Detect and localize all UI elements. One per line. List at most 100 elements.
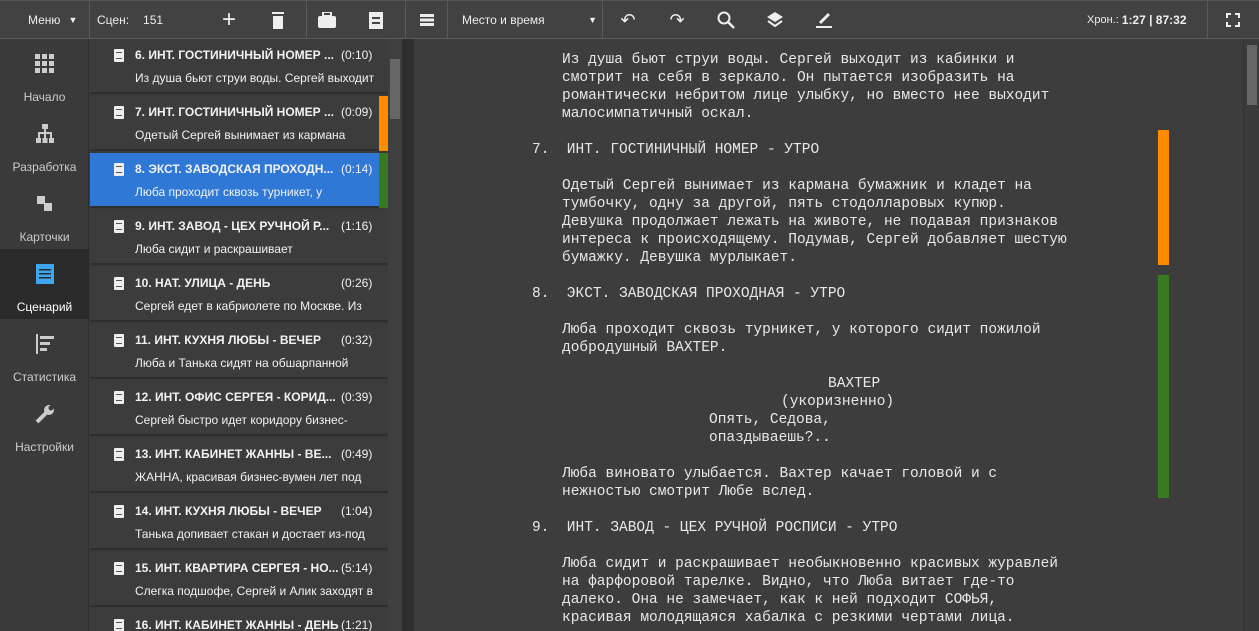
document-icon bbox=[114, 619, 124, 631]
layers-icon[interactable] bbox=[765, 10, 785, 30]
scene-duration: (1:21) bbox=[341, 618, 373, 631]
action-text: Одетый Сергей вынимает из кармана бумажн… bbox=[562, 178, 1067, 266]
filter-dropdown[interactable]: Место и время ▼ bbox=[462, 1, 597, 39]
document-icon bbox=[114, 49, 124, 62]
scene-card[interactable]: 15. ИНТ. КВАРТИРА СЕРГЕЯ - НО... (5:14) С… bbox=[90, 552, 388, 607]
scene-card[interactable]: 16. ИНТ. КАБИНЕТ ЖАННЫ - ДЕНЬ (1:21) bbox=[90, 609, 388, 631]
scene-list-scrollbar[interactable] bbox=[388, 39, 402, 631]
scene-card[interactable]: 10. НАТ. УЛИЦА - ДЕНЬ (0:26) Сергей едет … bbox=[90, 267, 388, 322]
document-icon bbox=[114, 334, 124, 347]
toolbar: Меню ▼ Сцен: 151 + Место и время ▼ ↶ ↷ Хрон… bbox=[0, 0, 1259, 39]
scene-color-marker-green bbox=[1158, 275, 1169, 498]
scene-description: Люба сидит и раскрашивает bbox=[135, 242, 293, 256]
scene-heading: 8. ЭКСТ. ЗАВОДСКАЯ ПРОХОДНАЯ - УТРО bbox=[532, 286, 846, 302]
editor-scrollbar[interactable] bbox=[1243, 39, 1259, 631]
scene-card[interactable]: 9. ИНТ. ЗАВОД - ЦЕХ РУЧНОЙ Р... (1:16) Лю… bbox=[90, 210, 388, 265]
scene-duration: (0:26) bbox=[341, 276, 373, 290]
chron-readout: Хрон.: 1:27 | 87:32 bbox=[1087, 13, 1187, 27]
scene-card[interactable]: 11. ИНТ. КУХНЯ ЛЮБЫ - ВЕЧЕР (0:32) Люба и… bbox=[90, 324, 388, 379]
scene-duration: (5:14) bbox=[341, 561, 373, 575]
scene-heading: 9. ИНТ. ЗАВОД - ЦЕХ РУЧНОЙ РОСПИСИ - УТР… bbox=[532, 520, 898, 536]
sidebar: Начало Разработка Карточки Сценарий Стат… bbox=[0, 39, 89, 631]
scene-description: Из душа бьют струи воды. Сергей выходит bbox=[135, 71, 375, 85]
undo-icon[interactable]: ↶ bbox=[618, 10, 638, 30]
script-editor[interactable]: Из душа бьют струи воды. Сергей выходит … bbox=[414, 39, 1243, 631]
hierarchy-icon bbox=[36, 124, 54, 143]
add-scene-icon[interactable]: + bbox=[219, 6, 239, 33]
scene-duration: (0:09) bbox=[341, 105, 373, 119]
script-icon bbox=[36, 264, 54, 284]
document-icon bbox=[114, 562, 124, 575]
scene-description: Сергей быстро идет коридору бизнес- bbox=[135, 413, 348, 427]
scene-card[interactable]: 8. ЭКСТ. ЗАВОДСКАЯ ПРОХОДН... (0:14) Люба… bbox=[90, 153, 388, 208]
scene-description: Люба проходит сквозь турникет, у bbox=[135, 185, 323, 199]
scene-title: 8. ЭКСТ. ЗАВОДСКАЯ ПРОХОДН... bbox=[135, 162, 334, 176]
fullscreen-icon[interactable] bbox=[1223, 10, 1243, 30]
redo-icon[interactable]: ↷ bbox=[667, 10, 687, 30]
document-icon bbox=[114, 505, 124, 518]
scene-description: Танька допивает стакан и достает из-под bbox=[135, 527, 365, 541]
scene-title: 15. ИНТ. КВАРТИРА СЕРГЕЯ - НО... bbox=[135, 561, 339, 575]
scene-description: ЖАННА, красивая бизнес-вумен лет под bbox=[135, 470, 362, 484]
chevron-down-icon: ▼ bbox=[588, 15, 597, 25]
scene-title: 7. ИНТ. ГОСТИНИЧНЫЙ НОМЕР ... bbox=[135, 105, 335, 119]
sidebar-item-home[interactable]: Начало bbox=[0, 39, 89, 109]
scene-duration: (0:39) bbox=[341, 390, 373, 404]
scene-title: 13. ИНТ. КАБИНЕТ ЖАННЫ - ВЕ... bbox=[135, 447, 332, 461]
character-name: ВАХТЕР bbox=[828, 376, 881, 392]
list-view-icon[interactable] bbox=[417, 10, 437, 30]
sidebar-item-statistics[interactable]: Статистика bbox=[0, 319, 89, 389]
scene-description: Сергей едет в кабриолете по Москве. Из bbox=[135, 299, 362, 313]
statistics-icon bbox=[36, 334, 54, 354]
trash-icon[interactable] bbox=[268, 10, 288, 30]
document-icon bbox=[114, 448, 124, 461]
briefcase-icon[interactable] bbox=[317, 10, 337, 30]
action-text: Люба виновато улыбается. Вахтер качает г… bbox=[562, 466, 998, 500]
scene-card[interactable]: 7. ИНТ. ГОСТИНИЧНЫЙ НОМЕР ... (0:09) Одет… bbox=[90, 96, 388, 151]
menu-button[interactable]: Меню ▼ bbox=[28, 1, 77, 39]
scene-title: 16. ИНТ. КАБИНЕТ ЖАННЫ - ДЕНЬ bbox=[135, 618, 339, 631]
scene-list: 6. ИНТ. ГОСТИНИЧНЫЙ НОМЕР ... (0:10) Из д… bbox=[90, 39, 388, 631]
pen-icon[interactable] bbox=[814, 10, 834, 30]
scene-heading: 7. ИНТ. ГОСТИНИЧНЫЙ НОМЕР - УТРО bbox=[532, 142, 820, 158]
scene-description: Люба и Танька сидят на обшарпанной bbox=[135, 356, 349, 370]
wrench-icon bbox=[35, 405, 54, 424]
sidebar-item-cards[interactable]: Карточки bbox=[0, 179, 89, 249]
document-icon bbox=[114, 277, 124, 290]
notes-icon[interactable] bbox=[366, 10, 386, 30]
document-icon bbox=[114, 220, 124, 233]
sidebar-item-settings[interactable]: Настройки bbox=[0, 389, 89, 459]
document-icon bbox=[114, 391, 124, 404]
scene-color-marker bbox=[379, 96, 388, 151]
scene-title: 12. ИНТ. ОФИС СЕРГЕЯ - КОРИД... bbox=[135, 390, 336, 404]
scene-card[interactable]: 12. ИНТ. ОФИС СЕРГЕЯ - КОРИД... (0:39) Се… bbox=[90, 381, 388, 436]
scene-duration: (0:10) bbox=[341, 48, 373, 62]
action-text: Из душа бьют струи воды. Сергей выходит … bbox=[562, 52, 1050, 122]
scene-duration: (1:16) bbox=[341, 219, 373, 233]
scene-title: 10. НАТ. УЛИЦА - ДЕНЬ bbox=[135, 276, 271, 290]
dialogue: Опять, Седова, опаздываешь?.. bbox=[709, 412, 831, 446]
scenes-count: Сцен: 151 bbox=[97, 13, 164, 27]
document-icon bbox=[114, 163, 124, 176]
scene-duration: (0:49) bbox=[341, 447, 373, 461]
scene-title: 6. ИНТ. ГОСТИНИЧНЫЙ НОМЕР ... bbox=[135, 48, 335, 62]
parenthetical: (укоризненно) bbox=[781, 394, 895, 410]
scene-color-marker bbox=[379, 153, 388, 208]
scene-color-marker-orange bbox=[1158, 130, 1169, 265]
sidebar-item-script[interactable]: Сценарий bbox=[0, 249, 89, 319]
sidebar-item-development[interactable]: Разработка bbox=[0, 109, 89, 179]
action-text: Люба сидит и раскрашивает необыкновенно … bbox=[562, 556, 1058, 626]
scene-description: Слегка подшофе, Сергей и Алик заходят в bbox=[135, 584, 373, 598]
scene-card[interactable]: 14. ИНТ. КУХНЯ ЛЮБЫ - ВЕЧЕР (1:04) Танька… bbox=[90, 495, 388, 550]
action-text: Люба проходит сквозь турникет, у которог… bbox=[562, 322, 1041, 356]
scene-description: Одетый Сергей вынимает из кармана bbox=[135, 128, 346, 142]
cards-icon bbox=[37, 196, 52, 211]
scene-card[interactable]: 13. ИНТ. КАБИНЕТ ЖАННЫ - ВЕ... (0:49) ЖАН… bbox=[90, 438, 388, 493]
scene-title: 9. ИНТ. ЗАВОД - ЦЕХ РУЧНОЙ Р... bbox=[135, 219, 330, 233]
search-icon[interactable] bbox=[716, 10, 736, 30]
scene-duration: (0:32) bbox=[341, 333, 373, 347]
document-icon bbox=[114, 106, 124, 119]
scene-duration: (1:04) bbox=[341, 504, 373, 518]
grid-icon bbox=[35, 54, 54, 73]
scene-card[interactable]: 6. ИНТ. ГОСТИНИЧНЫЙ НОМЕР ... (0:10) Из д… bbox=[90, 39, 388, 94]
